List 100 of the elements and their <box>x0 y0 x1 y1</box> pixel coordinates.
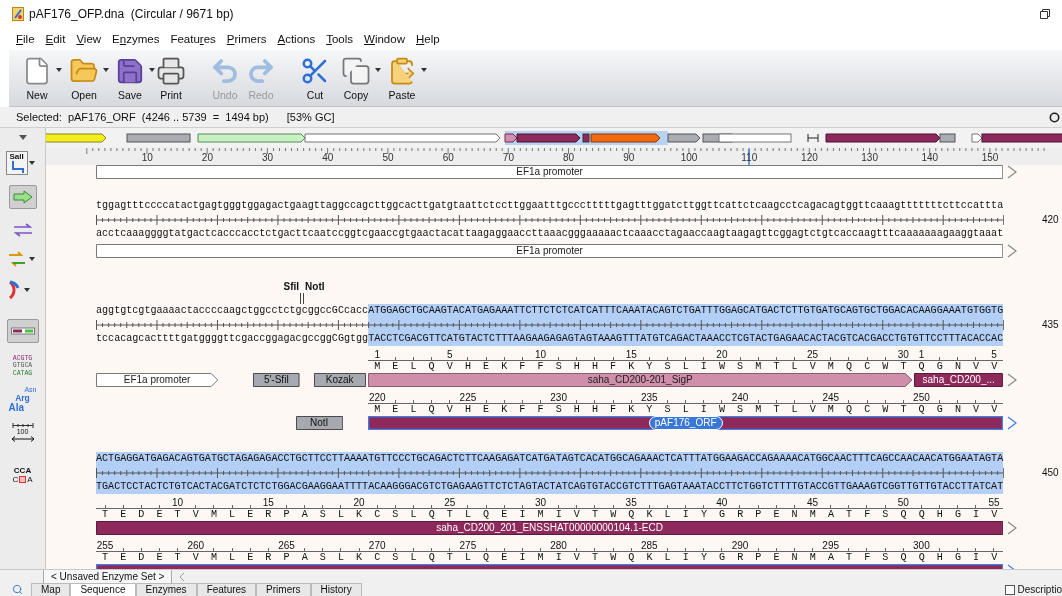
complement-button[interactable]: CCA C A <box>7 463 38 487</box>
view-tab[interactable]: Features <box>196 583 257 596</box>
restore-window-icon[interactable] <box>1040 9 1050 19</box>
residue-number: 265 <box>278 540 295 551</box>
dna-sequence: TACCTCGACGTTCATGTACTCTTTAAGAAGAGAGTAGTAAAGTTTATGTCAGACTAAACCTCGTACTGAGAACACTACGTCACGACCTGTGTTCCTTTACACCAC <box>368 332 1004 346</box>
caret-icon <box>28 161 35 165</box>
ruler-icon <box>11 422 34 428</box>
feature-box: Kozak <box>313 373 366 387</box>
residue-number: 5 <box>991 349 997 360</box>
dna-sequence: ATGGAGCTGCAAGTACATGAGAAATTCTTCTCTCATCATTTCAAATACAGTCTGATTTGGAGCATGACTCTTGTGATGCAGTGCTGGACACAAGGAAATGTGGTG <box>368 304 1004 318</box>
feature-bar-icon <box>10 327 35 335</box>
ruler-number: 20 <box>201 152 213 164</box>
residue-number: 20 <box>353 497 365 508</box>
toolbar-button[interactable]: Print <box>154 56 188 101</box>
dna-sequence: acctcaaaggggtatgactcacccacctctgacttcaatccggtcgaaccgtgaactacattaagaggaaccttaaacgggaaaaactcaaacctagaaccaagtaagagttcggagtctgtcaccaagtttcaaaaaaagaaggtaaat <box>96 227 1004 241</box>
view-tab[interactable]: History <box>310 583 362 596</box>
gap-mark-icon <box>19 476 27 483</box>
menu-item[interactable]: View <box>76 32 102 46</box>
residue-number: 15 <box>625 349 637 360</box>
circle-icon[interactable] <box>1049 111 1060 123</box>
view-tab[interactable]: Enzymes <box>135 583 197 596</box>
feature-label: pAF176_ORF <box>648 416 723 430</box>
residue-number: 50 <box>897 497 909 508</box>
swap-arrows-icon <box>12 223 33 237</box>
menu-item[interactable]: Tools <box>326 32 354 46</box>
menu-item[interactable]: Edit <box>45 32 66 46</box>
description-checkbox[interactable]: Descriptio <box>1004 583 1062 596</box>
residue-number: 1 <box>374 349 380 360</box>
toolbar-button[interactable]: Cut <box>298 56 332 101</box>
window-title: pAF176_OFP.dna (Circular / 9671 bp) <box>29 6 234 23</box>
promoter-feature: EF1a promoter <box>96 244 1004 258</box>
arrow-right-icon <box>12 190 33 204</box>
residue-number: 280 <box>550 540 567 551</box>
primer-arrows-icon <box>6 251 27 267</box>
residue-number: 20 <box>716 349 728 360</box>
feature-box: 5'-SfiI <box>253 373 300 387</box>
residue-number: 270 <box>368 540 386 551</box>
promoter-feature: EF1a promoter <box>96 373 219 387</box>
residue-number: 240 <box>731 392 749 403</box>
amino-acid-sequence: MELQVHEKFFSHHFKYSLIWSMTLVMQCWTQGNVV <box>373 361 1011 372</box>
menu-item[interactable]: Features <box>170 32 216 46</box>
residue-number: 255 <box>96 540 114 551</box>
ruler-number: 60 <box>442 152 454 164</box>
scroll-left-icon[interactable] <box>179 572 186 581</box>
enzyme-site-label[interactable]: SfiI <box>283 281 300 293</box>
menu-item[interactable]: Primers <box>226 32 267 46</box>
toolbar-button[interactable]: Save <box>113 56 147 101</box>
view-tab[interactable]: Sequence <box>70 583 136 596</box>
redo-arrow-icon <box>246 56 276 86</box>
menu-item[interactable]: Enzymes <box>112 32 160 46</box>
map-button[interactable] <box>6 319 39 343</box>
promoter-feature: EF1a promoter <box>96 165 1004 179</box>
pages-icon <box>341 56 371 86</box>
menu-item[interactable]: File <box>16 32 35 46</box>
selection-label: Selected: <box>16 109 62 125</box>
residue-number: 10 <box>172 497 184 508</box>
residue-number: 30 <box>897 349 909 360</box>
ruler-number: 100 <box>680 152 698 164</box>
toolbar-button[interactable]: New <box>20 56 54 101</box>
ruler-number: 10 <box>141 152 153 164</box>
ruler-number: 50 <box>382 152 394 164</box>
ruler-number: 120 <box>801 152 818 164</box>
enzyme-site-label[interactable]: NotI <box>305 281 325 293</box>
ruler-number: 80 <box>563 152 575 164</box>
menu-item[interactable]: Window <box>364 32 405 46</box>
enzyme-set-tab[interactable]: < Unsaved Enzyme Set > <box>43 569 173 584</box>
residue-number: 225 <box>459 392 477 403</box>
view-tab[interactable]: Primers <box>256 583 311 596</box>
menu-item[interactable]: Help <box>415 32 440 46</box>
toolbar-button[interactable]: Paste <box>385 56 419 101</box>
ruler-number: 150 <box>981 152 999 164</box>
ruler-number: 40 <box>322 152 334 164</box>
residue-number: 220 <box>368 392 386 403</box>
base-position: 450 <box>1042 467 1059 479</box>
ruler-number: 30 <box>262 152 274 164</box>
dna-sequence: tggagtttccccatactgagtgggtggagactgaagttaggccagcttggcacttgatgtaattctccttggaatttgccctttttgagtttggatcttggttcattctcaagcctcagacagtggttcaaagtttttttcttccattta <box>96 199 1004 213</box>
caret-icon <box>28 257 35 261</box>
amino-acid-sequence: MELQVHEKFFSHHFKYSLIWSMTLVMQCWTQGNVV <box>373 404 1011 415</box>
residue-number: 260 <box>187 540 205 551</box>
cut-site-lines-icon <box>299 293 306 304</box>
signal-peptide-feature: saha_CD200-201_SigP <box>368 373 913 387</box>
ruler-number: 140 <box>921 152 939 164</box>
residue-number: 40 <box>716 497 728 508</box>
domain-feature: saha_CD200_... <box>914 373 1004 387</box>
domain-feature: saha_CD200_201_ENSSHAT00000000104.1-ECD <box>96 521 1004 535</box>
residue-number: 1 <box>918 349 925 360</box>
residue-number: 35 <box>625 497 637 508</box>
toolbar-button[interactable]: Copy <box>339 56 373 101</box>
triangle-down-icon <box>18 134 27 140</box>
residue-number: 285 <box>640 540 658 551</box>
toolbar-button[interactable]: Open <box>67 56 101 101</box>
menu-item[interactable]: Actions <box>277 32 316 46</box>
residue-number: 235 <box>641 392 658 403</box>
residue-number: 30 <box>534 497 546 508</box>
residue-number: 230 <box>550 392 567 403</box>
features-button[interactable] <box>8 185 37 209</box>
residue-number: 55 <box>988 497 1000 508</box>
search-icon[interactable] <box>12 584 23 595</box>
view-tab[interactable]: Map <box>31 583 71 596</box>
feature-box: NotI <box>295 416 343 430</box>
